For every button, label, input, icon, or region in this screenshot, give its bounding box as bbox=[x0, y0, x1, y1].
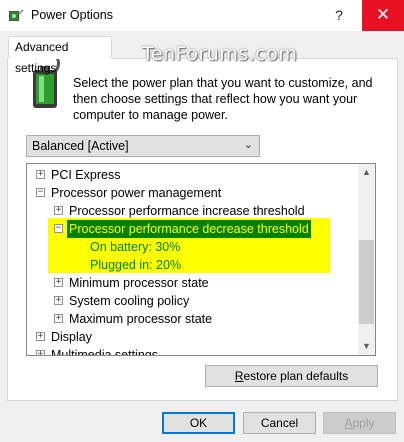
tree-item-label: Processor performance increase threshold bbox=[69, 204, 305, 218]
expand-icon[interactable]: + bbox=[54, 296, 63, 305]
button-label: estore plan defaults bbox=[243, 369, 349, 383]
help-button[interactable]: ? bbox=[318, 0, 360, 31]
tree-item-label: Multimedia settings bbox=[51, 348, 158, 356]
expand-icon[interactable]: + bbox=[36, 350, 45, 355]
intro-text: Select the power plan that you want to c… bbox=[73, 76, 373, 122]
expand-icon[interactable]: + bbox=[54, 206, 63, 215]
scroll-up-arrow-icon[interactable]: ▲ bbox=[358, 164, 375, 181]
chevron-down-icon: ⌄ bbox=[243, 139, 253, 151]
tree-item-label-selected: Processor performance decrease threshold bbox=[67, 220, 311, 238]
collapse-icon[interactable]: − bbox=[36, 188, 45, 197]
scroll-down-arrow-icon[interactable]: ▼ bbox=[358, 338, 375, 355]
watermark: TenForums.com bbox=[142, 43, 298, 65]
tree-item-label: Maximum processor state bbox=[69, 312, 213, 326]
expand-icon[interactable]: + bbox=[36, 332, 45, 341]
setting-value-link[interactable]: 30% bbox=[155, 240, 180, 254]
setting-label: On battery: bbox=[90, 240, 152, 254]
scroll-thumb[interactable] bbox=[359, 240, 374, 324]
tree-item-label: PCI Express bbox=[51, 168, 121, 182]
tab-advanced-settings[interactable]: Advanced settings bbox=[8, 36, 112, 75]
close-button[interactable]: ✕ bbox=[362, 0, 404, 31]
tree-item-label: Minimum processor state bbox=[69, 276, 209, 290]
collapse-icon[interactable]: − bbox=[54, 224, 63, 233]
tree-item-label: System cooling policy bbox=[69, 294, 190, 308]
accelerator-key: A bbox=[344, 416, 353, 430]
settings-tree[interactable]: + PCI Express − Processor power manageme… bbox=[26, 163, 376, 356]
cancel-button[interactable]: Cancel bbox=[243, 412, 316, 434]
button-label: pply bbox=[352, 416, 375, 430]
restore-plan-defaults-button[interactable]: Restore plan defaults bbox=[205, 365, 378, 387]
expand-icon[interactable]: + bbox=[54, 314, 63, 323]
tree-item-label: Display bbox=[51, 330, 92, 344]
expand-icon[interactable]: + bbox=[54, 278, 63, 287]
tree-item-label: Processor power management bbox=[51, 186, 222, 200]
power-options-icon bbox=[9, 9, 24, 21]
setting-on-battery[interactable]: On battery: 30% bbox=[90, 238, 180, 256]
setting-value-link[interactable]: 20% bbox=[156, 258, 181, 272]
plan-dropdown-value: Balanced [Active] bbox=[32, 139, 129, 153]
setting-plugged-in[interactable]: Plugged in: 20% bbox=[90, 256, 181, 274]
apply-button[interactable]: Apply bbox=[323, 412, 396, 434]
plan-dropdown[interactable]: Balanced [Active] ⌄ bbox=[26, 135, 260, 157]
setting-label: Plugged in: bbox=[90, 258, 153, 272]
expand-icon[interactable]: + bbox=[36, 170, 45, 179]
title-bar: Power Options ? ✕ bbox=[0, 0, 404, 31]
ok-button[interactable]: OK bbox=[162, 412, 235, 434]
vertical-scrollbar[interactable]: ▲ ▼ bbox=[358, 164, 375, 355]
window-title: Power Options bbox=[31, 8, 113, 22]
